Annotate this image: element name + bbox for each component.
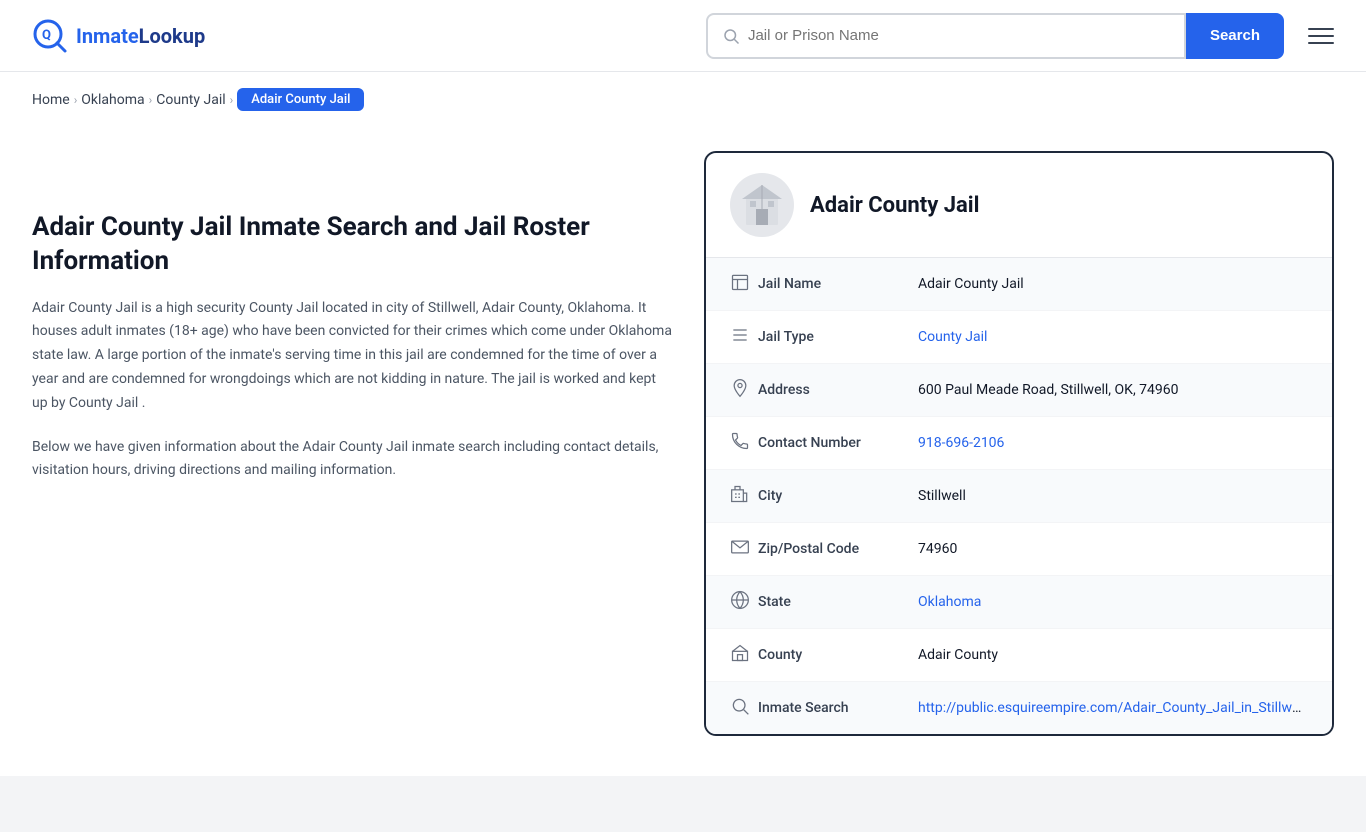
jail-avatar bbox=[730, 173, 794, 237]
table-row: Contact Number918-696-2106 bbox=[706, 417, 1332, 470]
row-value-link[interactable]: Oklahoma bbox=[918, 594, 981, 610]
row-value: Adair County bbox=[918, 647, 1308, 663]
jail-building-icon bbox=[738, 181, 786, 229]
search-area: Search bbox=[706, 13, 1284, 59]
breadcrumb-sep-2: › bbox=[149, 93, 153, 107]
table-row: Inmate Searchhttp://public.esquireempire… bbox=[706, 682, 1332, 734]
row-value[interactable]: http://public.esquireempire.com/Adair_Co… bbox=[918, 700, 1308, 716]
row-value: Stillwell bbox=[918, 488, 1308, 504]
table-row: Jail NameAdair County Jail bbox=[706, 258, 1332, 311]
row-label: Address bbox=[758, 382, 918, 398]
row-value-link[interactable]: http://public.esquireempire.com/Adair_Co… bbox=[918, 700, 1308, 716]
building-icon bbox=[730, 272, 758, 296]
table-row: Jail TypeCounty Jail bbox=[706, 311, 1332, 364]
row-label: Jail Name bbox=[758, 276, 918, 292]
breadcrumb-home[interactable]: Home bbox=[32, 92, 70, 108]
row-label: Jail Type bbox=[758, 329, 918, 345]
search-input[interactable] bbox=[748, 27, 1170, 44]
search-wrapper bbox=[706, 13, 1186, 59]
row-label: Inmate Search bbox=[758, 700, 918, 716]
county-icon bbox=[730, 643, 758, 667]
city-icon bbox=[730, 484, 758, 508]
site-header: Q InmateLookup Search bbox=[0, 0, 1366, 72]
page-description-2: Below we have given information about th… bbox=[32, 436, 672, 484]
phone-icon bbox=[730, 431, 758, 455]
row-label: County bbox=[758, 647, 918, 663]
footer bbox=[0, 776, 1366, 832]
row-value: 74960 bbox=[918, 541, 1308, 557]
search-icon bbox=[730, 696, 758, 720]
table-row: CityStillwell bbox=[706, 470, 1332, 523]
table-row: CountyAdair County bbox=[706, 629, 1332, 682]
row-value-link[interactable]: 918-696-2106 bbox=[918, 435, 1004, 451]
row-value[interactable]: County Jail bbox=[918, 329, 1308, 345]
row-label: City bbox=[758, 488, 918, 504]
list-icon bbox=[730, 325, 758, 349]
breadcrumb-current: Adair County Jail bbox=[237, 88, 364, 111]
search-button[interactable]: Search bbox=[1186, 13, 1284, 59]
breadcrumb-state[interactable]: Oklahoma bbox=[81, 92, 144, 108]
page-description-1: Adair County Jail is a high security Cou… bbox=[32, 297, 672, 416]
svg-text:Q: Q bbox=[42, 28, 51, 43]
breadcrumb: Home › Oklahoma › County Jail › Adair Co… bbox=[0, 72, 1366, 127]
hamburger-menu[interactable] bbox=[1308, 28, 1334, 44]
table-row: Address600 Paul Meade Road, Stillwell, O… bbox=[706, 364, 1332, 417]
main-content: Adair County Jail Inmate Search and Jail… bbox=[0, 127, 1366, 776]
logo-link[interactable]: Q InmateLookup bbox=[32, 18, 205, 54]
row-value: Adair County Jail bbox=[918, 276, 1308, 292]
location-icon bbox=[730, 378, 758, 402]
table-row: Zip/Postal Code74960 bbox=[706, 523, 1332, 576]
row-value-link[interactable]: County Jail bbox=[918, 329, 987, 345]
table-row: StateOklahoma bbox=[706, 576, 1332, 629]
row-label: State bbox=[758, 594, 918, 610]
logo-text: InmateLookup bbox=[76, 24, 205, 48]
globe-icon bbox=[730, 590, 758, 614]
left-content: Adair County Jail Inmate Search and Jail… bbox=[32, 151, 672, 736]
row-value[interactable]: Oklahoma bbox=[918, 594, 1308, 610]
row-label: Contact Number bbox=[758, 435, 918, 451]
row-value[interactable]: 918-696-2106 bbox=[918, 435, 1308, 451]
row-label: Zip/Postal Code bbox=[758, 541, 918, 557]
card-header: Adair County Jail bbox=[706, 153, 1332, 258]
info-table: Jail NameAdair County JailJail TypeCount… bbox=[706, 258, 1332, 734]
row-value: 600 Paul Meade Road, Stillwell, OK, 7496… bbox=[918, 382, 1308, 398]
jail-info-card: Adair County Jail Jail NameAdair County … bbox=[704, 151, 1334, 736]
logo-icon: Q bbox=[32, 18, 68, 54]
search-icon bbox=[722, 27, 740, 45]
breadcrumb-sep-1: › bbox=[74, 93, 78, 107]
card-title: Adair County Jail bbox=[810, 193, 979, 218]
page-title: Adair County Jail Inmate Search and Jail… bbox=[32, 211, 672, 279]
breadcrumb-type[interactable]: County Jail bbox=[156, 92, 225, 108]
breadcrumb-sep-3: › bbox=[230, 93, 234, 107]
mail-icon bbox=[730, 537, 758, 561]
